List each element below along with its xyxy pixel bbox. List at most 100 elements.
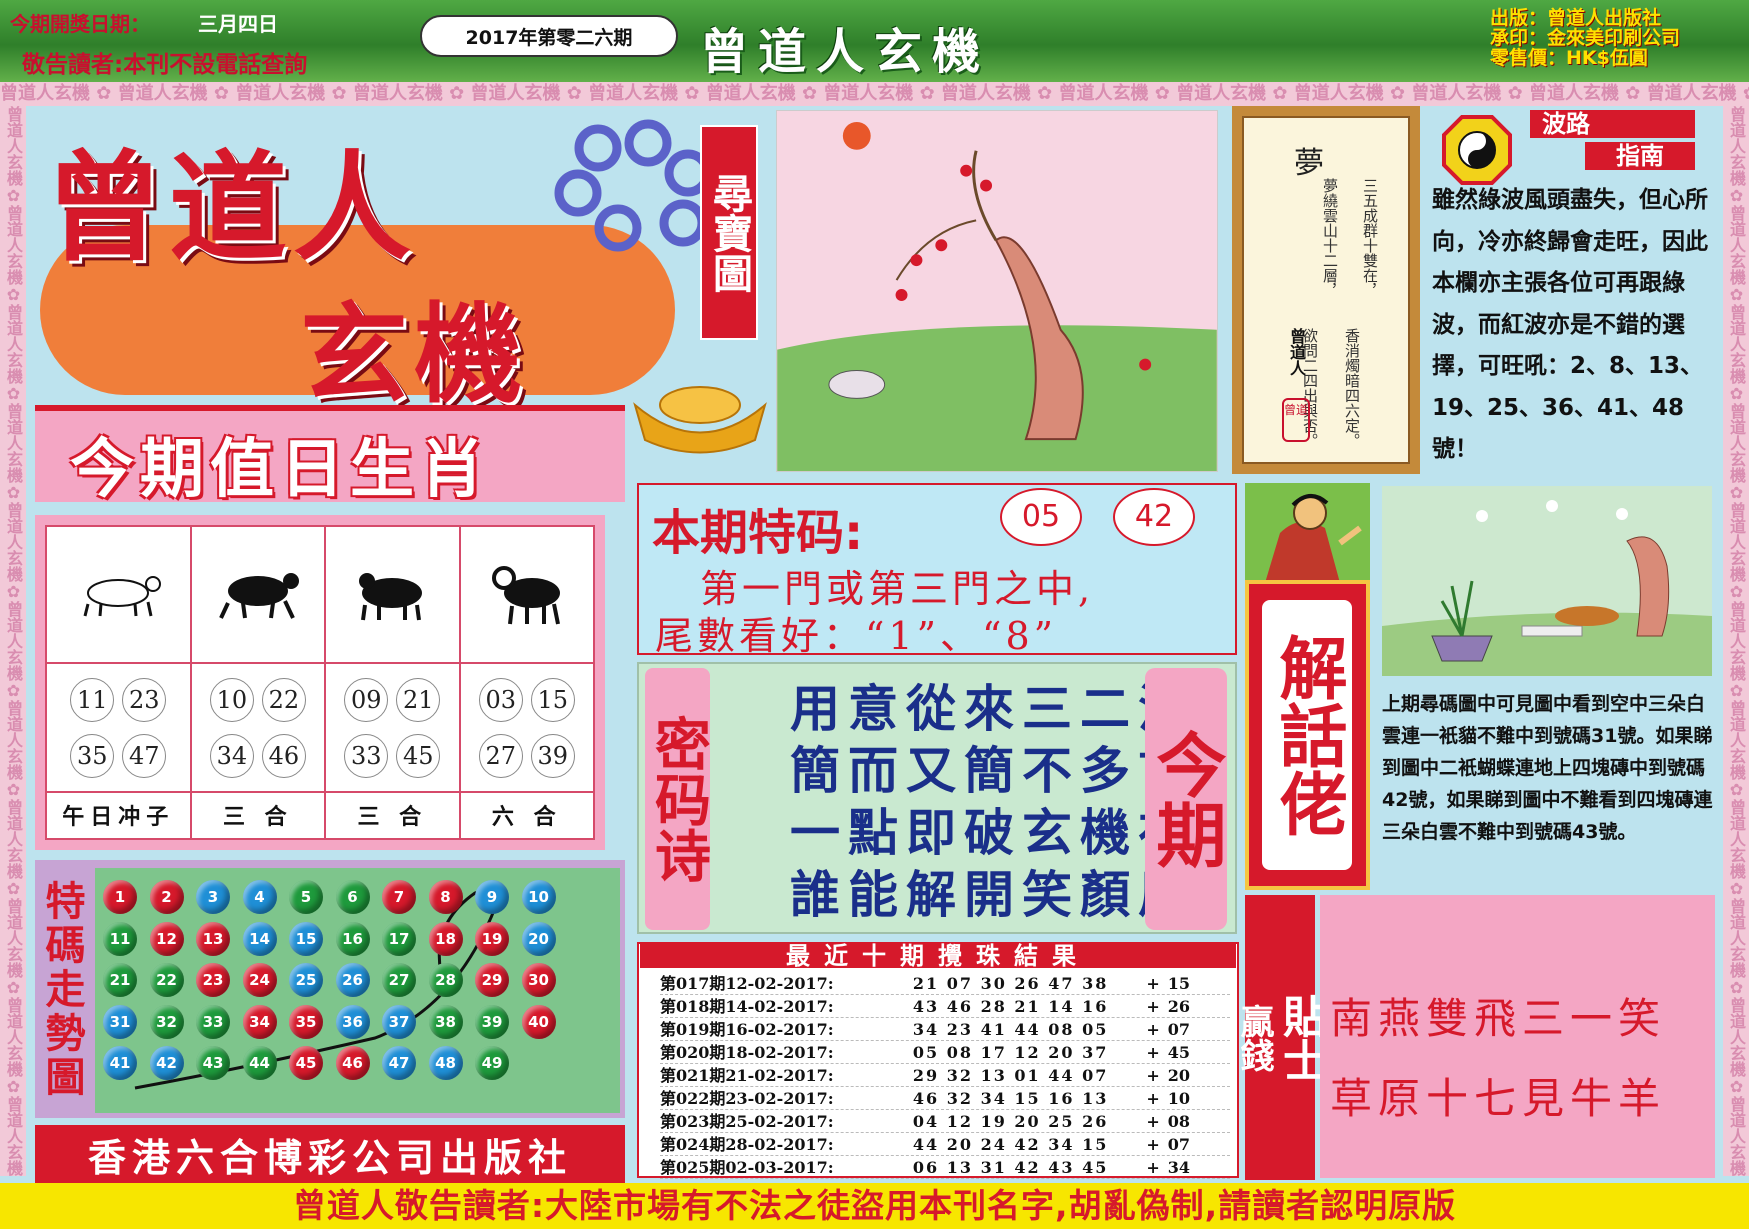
draw-label: 第022期23-02-2017: (660, 1089, 834, 1108)
dream-line: 三五成群十雙在， (1361, 178, 1379, 298)
number-ball: 3 (196, 880, 230, 914)
brand-strip-top: 曾道人玄機 ✿ 曾道人玄機 ✿ 曾道人玄機 ✿ 曾道人玄機 ✿ 曾道人玄機 ✿ … (0, 82, 1749, 106)
number-ball: 21 (103, 963, 137, 997)
tips-line: 南燕雙飛三一笑 (1330, 994, 1667, 1043)
trend-label: 特碼走勢圖 (45, 879, 86, 1101)
zodiac-number: 11 (70, 677, 115, 722)
draw-numbers: 29 32 13 01 44 07 (912, 1066, 1109, 1085)
bull-icon (359, 572, 423, 620)
number-ball: 8 (428, 880, 463, 914)
result-row: 第017期12-02-2017: 21 07 30 26 47 38 +15 (660, 972, 1230, 995)
number-ball: 47 (382, 1046, 416, 1080)
zodiac-numbers: 11 23 35 47 (45, 662, 192, 793)
draw-special: 10 (1167, 1089, 1191, 1108)
number-ball: 32 (149, 1004, 184, 1039)
result-row: 第023期25-02-2017: 04 12 19 20 25 26 +08 (660, 1110, 1230, 1133)
number-ball: 4 (242, 880, 277, 914)
zodiac-table-panel: 11 23 35 47 10 22 34 46 09 21 33 45 03 15 27 39 … (35, 515, 605, 850)
zodiac-number: 45 (396, 733, 441, 778)
poem-label: 密码诗 (645, 668, 711, 930)
special-number: 05 (1000, 488, 1082, 546)
dream-title: 夢 (1294, 146, 1324, 181)
draw-numbers: 21 07 30 26 47 38 (912, 974, 1109, 993)
tips-label-b: 貼士 (1275, 993, 1326, 1082)
poem-line: 一點即破玄機在 (790, 803, 1196, 862)
draw-special: 07 (1167, 1020, 1191, 1039)
number-ball: 6 (335, 880, 370, 914)
special-number: 42 (1113, 488, 1195, 546)
poem-line: 誰能解開笑顏眉 (790, 865, 1196, 924)
price-line: 零售價：HK$伍圓 (1490, 47, 1648, 69)
dream-author: 曾道人 (1287, 328, 1306, 376)
draw-numbers: 43 46 28 21 14 16 (912, 997, 1109, 1016)
zodiac-number: 09 (344, 677, 389, 722)
number-ball: 40 (521, 1004, 556, 1039)
draw-label: 第019期16-02-2017: (660, 1020, 834, 1039)
zodiac-relation: 三 合 (324, 790, 461, 841)
plus-sign: + (1146, 1020, 1160, 1039)
plus-sign: + (1146, 1112, 1160, 1131)
results-title: 最近十期攪珠結果 (640, 944, 1236, 968)
number-ball: 49 (475, 1046, 509, 1080)
number-ball: 45 (289, 1046, 323, 1080)
zodiac-number: 23 (122, 677, 167, 722)
gold-ingot-icon (633, 386, 767, 454)
number-ball: 29 (475, 963, 509, 997)
ox-outline-icon (83, 575, 162, 616)
number-ball: 5 (289, 880, 323, 914)
draw-label: 第018期14-02-2017: (660, 997, 834, 1016)
zodiac-numbers: 09 21 33 45 (324, 662, 461, 793)
plus-sign: + (1146, 1158, 1160, 1177)
draw-numbers: 06 13 31 42 43 45 (912, 1158, 1109, 1177)
yin-yang-icon (1442, 115, 1512, 185)
draw-label: 第024期28-02-2017: (660, 1135, 834, 1154)
dream-seal: 曾道 (1282, 398, 1310, 442)
special-code-title: 本期特码: (652, 505, 864, 561)
result-row: 第022期23-02-2017: 46 32 34 15 16 13 +10 (660, 1087, 1230, 1110)
draw-label: 第023期25-02-2017: (660, 1112, 834, 1131)
draw-special: 45 (1167, 1043, 1191, 1062)
brand-strip-left: 曾道人玄機✿曾道人玄機✿曾道人玄機✿曾道人玄機✿曾道人玄機✿曾道人玄機✿曾道人玄… (0, 106, 26, 1176)
publisher-line: 出版：曾道人出版社 (1490, 7, 1662, 29)
poem-text: 用意從來三二活 簡而又簡不多言 一點即破玄機在 誰能解開笑顏眉 (790, 678, 1196, 926)
logo-subtitle: 玄機 (300, 292, 529, 418)
draw-numbers: 44 20 24 42 34 15 (912, 1135, 1109, 1154)
number-ball: 19 (475, 921, 509, 956)
zodiac-table: 11 23 35 47 10 22 34 46 09 21 33 45 03 15 27 39 … (45, 524, 596, 841)
tips-line: 草原十七見牛羊 (1330, 1074, 1667, 1123)
solver-text: 上期尋碼圖中可見圖中看到空中三朵白雲連一衹貓不難中到號碼31號。如果睇到圖中二衹… (1382, 693, 1713, 843)
number-ball: 14 (242, 921, 277, 956)
tips-label-a: 贏錢 (1234, 1003, 1274, 1072)
publisher-banner: 香港六合博彩公司出版社 (35, 1125, 625, 1183)
draw-special: 07 (1167, 1135, 1191, 1154)
wave-title: 波路 (1530, 110, 1695, 138)
number-ball: 48 (428, 1046, 463, 1080)
logo-title: 曾道人 (45, 138, 418, 277)
zodiac-number: 10 (209, 677, 254, 722)
ram-cell (458, 524, 596, 665)
dream-line: 夢繞雲山十二層， (1321, 178, 1339, 298)
number-ball: 23 (196, 963, 230, 997)
number-ball: 27 (382, 963, 416, 997)
number-ball: 16 (335, 921, 370, 956)
treasure-map-tag: 尋寶圖 (700, 125, 758, 340)
number-ball: 44 (242, 1046, 277, 1080)
draw-special: 34 (1167, 1158, 1191, 1177)
number-ball: 10 (521, 880, 556, 914)
printer-line: 承印：金來美印刷公司 (1490, 27, 1681, 49)
zodiac-number: 47 (122, 733, 167, 778)
draw-numbers: 04 12 19 20 25 26 (912, 1112, 1109, 1131)
number-ball: 43 (196, 1046, 230, 1080)
wave-guide-text: 雖然綠波風頭盡失，但心所向，冷亦終歸會走旺，因此本欄亦主張各位可再跟綠波，而紅波… (1432, 187, 1708, 462)
zodiac-number: 34 (209, 733, 254, 778)
issue-number: 2017年第零二六期 (420, 15, 678, 57)
draw-numbers: 46 32 34 15 16 13 (912, 1089, 1109, 1108)
masthead-title: 曾道人玄機 (700, 24, 991, 80)
results-list: 第017期12-02-2017: 21 07 30 26 47 38 +15 第018… (660, 972, 1230, 1179)
draw-special: 26 (1167, 997, 1191, 1016)
number-ball: 38 (428, 1004, 463, 1039)
issue-date-label: 今期開獎日期： (10, 12, 150, 36)
poem-line: 簡而又簡不多言 (790, 741, 1196, 800)
zodiac-relation: 三 合 (189, 790, 327, 841)
plus-sign: + (1146, 974, 1160, 993)
